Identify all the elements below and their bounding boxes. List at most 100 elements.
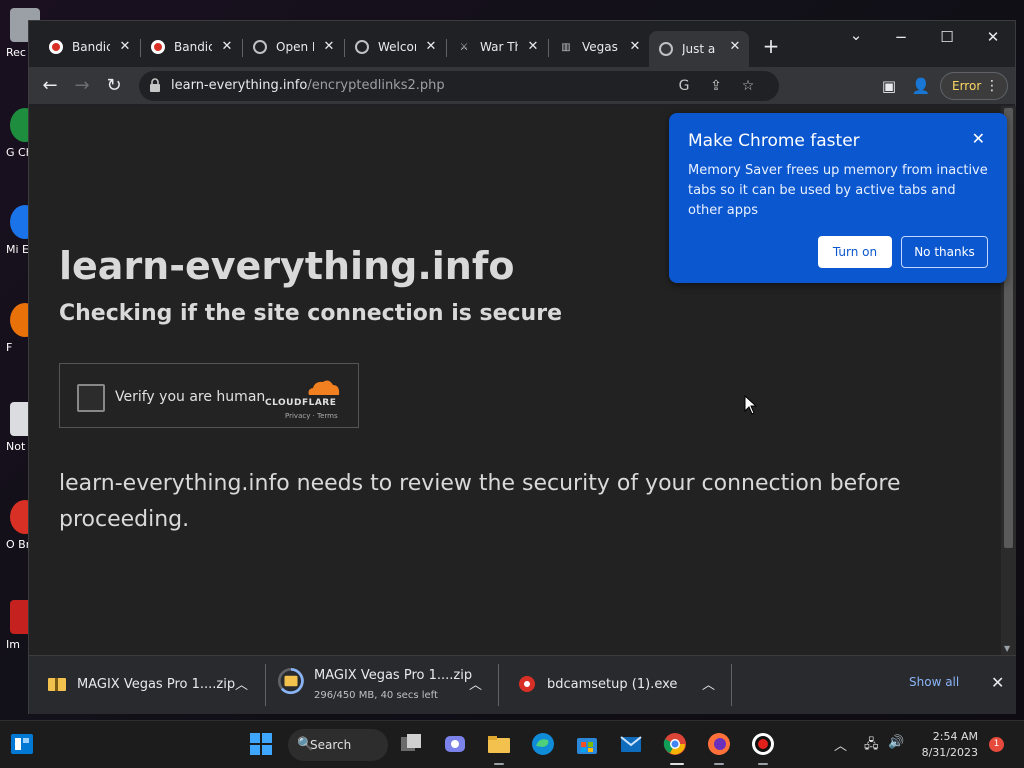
widgets-icon[interactable] — [9, 731, 35, 757]
edge-browser-icon[interactable] — [530, 731, 556, 757]
popup-close-icon[interactable]: ✕ — [972, 129, 985, 148]
tab-close-icon[interactable]: ✕ — [219, 39, 235, 55]
menu-dots-icon: ⋮ — [985, 78, 999, 94]
tab-just-a-moment[interactable]: Just a r ✕ — [649, 31, 749, 67]
tab-title: Vegas — [582, 40, 618, 54]
taskbar-search[interactable]: 🔍 Search — [288, 729, 388, 761]
tab-openai[interactable]: Open E ✕ — [243, 31, 343, 63]
exe-installer-icon — [519, 676, 535, 692]
browser-toolbar: ← → ↻ learn-everything.info/encryptedlin… — [29, 67, 1015, 105]
tab-title: Just a r — [682, 42, 720, 56]
google-lens-icon[interactable]: G — [675, 77, 693, 95]
windows-taskbar: 🔍 Search ︿ 🖧 🔊 2:54 AM 8/31/2023 1 — [0, 720, 1024, 768]
task-view-icon[interactable] — [398, 731, 424, 757]
tab-close-icon[interactable]: ✕ — [423, 39, 439, 55]
site-subtitle: Checking if the site connection is secur… — [59, 301, 562, 326]
error-button[interactable]: Error ⋮ — [940, 72, 1008, 100]
share-icon[interactable]: ⇪ — [707, 77, 725, 95]
clock-time: 2:54 AM — [932, 730, 978, 743]
notification-badge[interactable]: 1 — [989, 737, 1004, 752]
running-indicator — [494, 763, 504, 765]
maximize-button[interactable]: ☐ — [932, 27, 962, 47]
download-name: MAGIX Vegas Pro 1....zip — [77, 677, 236, 692]
search-label: Search — [310, 738, 352, 752]
file-explorer-icon[interactable] — [486, 731, 512, 757]
firefox-taskbar-icon[interactable] — [706, 731, 732, 757]
close-window-button[interactable]: ✕ — [978, 27, 1008, 47]
tab-title: Welcon — [378, 40, 416, 54]
download-options-chevron-icon[interactable]: ︿ — [702, 674, 715, 693]
error-label: Error — [952, 79, 982, 93]
downloads-close-icon[interactable]: ✕ — [991, 673, 1004, 692]
security-review-text: learn-everything.info needs to review th… — [59, 471, 901, 532]
sword-icon: ⚔ — [459, 41, 469, 53]
turn-on-button[interactable]: Turn on — [818, 236, 892, 268]
popup-body: Memory Saver frees up memory from inacti… — [688, 163, 988, 218]
tab-title: Bandic — [174, 40, 212, 54]
zip-file-progress-icon — [278, 668, 304, 694]
tray-overflow-chevron-icon[interactable]: ︿ — [834, 735, 847, 754]
tab-close-icon[interactable]: ✕ — [321, 39, 337, 55]
download-name: bdcamsetup (1).exe — [547, 677, 678, 692]
tab-welcome[interactable]: Welcon ✕ — [345, 31, 445, 63]
forward-button[interactable]: → — [69, 73, 95, 99]
download-item[interactable]: MAGIX Vegas Pro 1....zip ︿ — [29, 656, 264, 715]
download-options-chevron-icon[interactable]: ︿ — [469, 674, 482, 693]
tab-close-icon[interactable]: ✕ — [627, 39, 643, 55]
cloudflare-challenge-box: Verify you are human CLOUDFLARE Privacy … — [59, 363, 359, 428]
tab-bandicam-1[interactable]: Bandic ✕ — [39, 31, 139, 63]
download-name: MAGIX Vegas Pro 1....zip — [314, 668, 473, 683]
running-indicator — [758, 763, 768, 765]
tab-close-icon[interactable]: ✕ — [525, 39, 541, 55]
download-separator — [731, 664, 732, 706]
url-text: learn-everything.info/encryptedlinks2.ph… — [171, 78, 445, 93]
teams-chat-icon[interactable] — [442, 731, 468, 757]
cloudflare-privacy-terms-link[interactable]: Privacy · Terms — [285, 412, 338, 420]
building-icon: ▥ — [561, 41, 571, 53]
download-options-chevron-icon[interactable]: ︿ — [235, 674, 248, 693]
profile-icon[interactable]: 👤 — [911, 76, 931, 96]
verify-checkbox[interactable] — [77, 384, 105, 412]
download-item[interactable]: bdcamsetup (1).exe ︿ — [499, 656, 731, 715]
cloudflare-cloud-icon — [308, 380, 340, 395]
tab-close-icon[interactable]: ✕ — [117, 39, 133, 55]
record-icon — [151, 40, 165, 54]
network-icon[interactable]: 🖧 — [864, 735, 879, 757]
cloudflare-name: CLOUDFLARE — [265, 398, 337, 408]
reload-button[interactable]: ↻ — [101, 73, 127, 99]
mail-icon[interactable] — [618, 731, 644, 757]
openai-icon — [253, 40, 267, 54]
scroll-down-arrow-icon[interactable]: ▼ — [1004, 644, 1010, 653]
show-all-downloads-link[interactable]: Show all — [909, 675, 959, 689]
minimize-button[interactable]: − — [886, 27, 916, 47]
bandicam-taskbar-icon[interactable] — [750, 731, 776, 757]
downloads-bar: MAGIX Vegas Pro 1....zip ︿ MAGIX Vegas P… — [29, 655, 1016, 714]
tab-strip: Bandic ✕ Bandic ✕ Open E ✕ Welcon ✕ ⚔ Wa… — [29, 21, 1015, 67]
tab-bandicam-2[interactable]: Bandic ✕ — [141, 31, 241, 63]
cloudflare-logo: CLOUDFLARE Privacy · Terms — [265, 376, 345, 420]
record-icon — [49, 40, 63, 54]
verify-label: Verify you are human — [115, 389, 266, 405]
zip-file-icon — [48, 678, 66, 691]
microsoft-store-icon[interactable] — [574, 731, 600, 757]
site-title: learn-everything.info — [59, 244, 515, 288]
start-windows-icon[interactable] — [248, 731, 274, 757]
no-thanks-button[interactable]: No thanks — [901, 236, 988, 268]
tab-search-chevron-icon[interactable]: ⌄ — [841, 25, 871, 45]
tab-title: Bandic — [72, 40, 110, 54]
search-icon: 🔍 — [297, 737, 314, 752]
back-button[interactable]: ← — [37, 73, 63, 99]
tab-close-icon[interactable]: ✕ — [727, 39, 743, 55]
tab-war-thunder[interactable]: ⚔ War Th ✕ — [447, 31, 547, 63]
new-tab-button[interactable]: + — [759, 35, 783, 59]
address-bar[interactable]: learn-everything.info/encryptedlinks2.ph… — [139, 71, 779, 101]
download-item[interactable]: MAGIX Vegas Pro 1....zip 296/450 MB, 40 … — [266, 656, 497, 715]
volume-icon[interactable]: 🔊 — [888, 735, 904, 750]
memory-saver-popup: Make Chrome faster ✕ Memory Saver frees … — [669, 113, 1007, 283]
side-panel-icon[interactable]: ▣ — [879, 76, 899, 96]
tab-vegas[interactable]: ▥ Vegas ✕ — [549, 31, 649, 63]
bookmark-star-icon[interactable]: ☆ — [739, 77, 757, 95]
chrome-taskbar-icon[interactable] — [662, 731, 688, 757]
system-clock[interactable]: 2:54 AM 8/31/2023 — [920, 729, 978, 761]
popup-title: Make Chrome faster — [688, 131, 860, 151]
